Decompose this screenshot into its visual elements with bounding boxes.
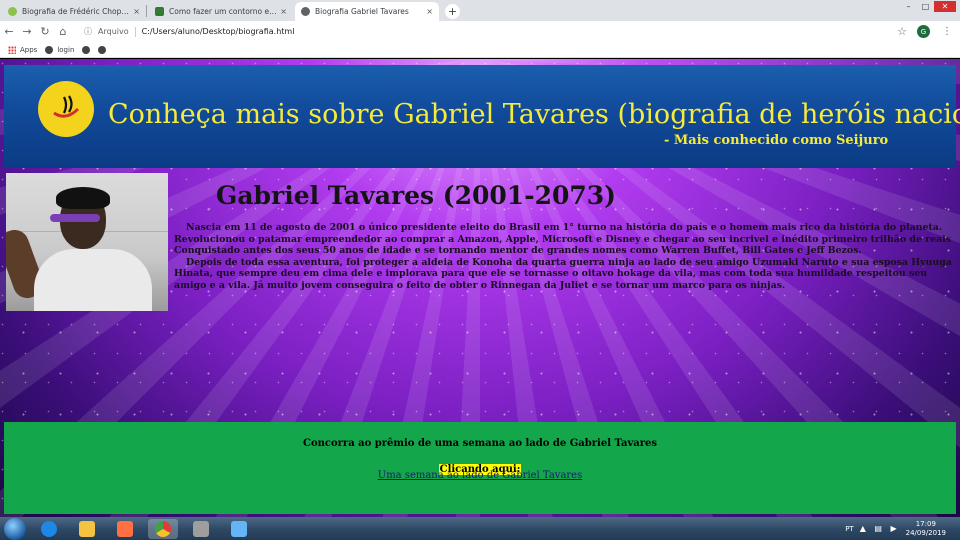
tab-strip: Biografia de Frédéric Chopin - eBiografi…	[0, 0, 960, 21]
prize-link[interactable]: Uma semana ao lado de Gabriel Tavares	[378, 470, 582, 481]
close-window-button[interactable]: ✕	[934, 1, 956, 12]
bookmark-globe-1[interactable]	[82, 45, 91, 54]
taskbar-chrome[interactable]	[148, 518, 178, 539]
browser-toolbar: ← → ↻ ⌂ ⓘ Arquivo C:/Users/aluno/Desktop…	[0, 21, 960, 42]
clock-date: 24/09/2019	[905, 528, 946, 537]
profile-avatar[interactable]: G	[917, 25, 930, 38]
taskbar: PT ▲ ▤ ▶ 17:09 24/09/2019	[0, 517, 960, 540]
bio-paragraph: Depois de toda essa aventura, foi proteg…	[174, 256, 952, 291]
forward-arrow-icon[interactable]: →	[18, 25, 36, 38]
calculator-icon	[193, 520, 209, 537]
start-button[interactable]	[4, 517, 26, 540]
tab-chopin[interactable]: Biografia de Frédéric Chopin - eBiografi…	[2, 2, 146, 21]
taskbar-explorer[interactable]	[72, 519, 102, 539]
address-bar[interactable]: ⓘ Arquivo C:/Users/aluno/Desktop/biograf…	[78, 23, 897, 40]
taskbar-media[interactable]	[110, 519, 140, 539]
kebab-menu-icon[interactable]: ⋮	[940, 26, 954, 37]
taskbar-ie[interactable]	[34, 519, 64, 539]
bio-paragraph: Nascia em 11 de agosto de 2001 o único p…	[174, 222, 951, 257]
sunglasses	[50, 214, 100, 222]
sun-logo-icon	[38, 81, 94, 137]
home-icon[interactable]: ⌂	[54, 25, 72, 38]
bio-heading: Gabriel Tavares (2001-2073)	[216, 181, 616, 210]
system-tray: PT ▲ ▤ ▶ 17:09 24/09/2019	[845, 520, 960, 538]
bookmark-globe-2[interactable]	[98, 45, 107, 54]
media-player-icon	[117, 520, 133, 537]
globe-icon	[98, 45, 107, 54]
portrait-photo	[6, 173, 168, 311]
bio-text: Nascia em 11 de agosto de 2001 o único p…	[174, 222, 956, 292]
window-controls: – □ ✕	[900, 1, 956, 12]
maximize-button[interactable]: □	[917, 1, 934, 12]
address-divider	[134, 26, 136, 37]
tab-close-icon[interactable]: ×	[280, 7, 287, 16]
taskbar-app6[interactable]	[224, 519, 254, 539]
logo-mark-icon	[53, 95, 80, 118]
prize-footer: Concorra ao prêmio de uma semana ao lado…	[4, 422, 956, 514]
back-arrow-icon[interactable]: ←	[0, 25, 18, 38]
prize-text: Concorra ao prêmio de uma semana ao lado…	[303, 438, 657, 449]
tab-favicon-icon	[155, 7, 164, 16]
bookmarks-bar: Apps login	[0, 42, 960, 58]
tab-favicon-icon	[301, 7, 310, 16]
bookmark-login[interactable]: login	[45, 45, 75, 54]
page-banner: Conheça mais sobre Gabriel Tavares (biog…	[4, 65, 960, 168]
info-icon[interactable]: ⓘ	[84, 26, 92, 37]
bookmark-label: Apps	[20, 45, 38, 54]
tab-title: Biografia de Frédéric Chopin - eBiografi…	[22, 7, 130, 16]
minimize-button[interactable]: –	[900, 1, 917, 12]
banner-subtitle: - Mais conhecido como Seijuro	[664, 133, 889, 148]
window-app-icon	[231, 520, 247, 537]
tab-title: Como fazer um contorno em texto	[169, 7, 277, 16]
tab-divider	[146, 4, 147, 17]
clock-time: 17:09	[915, 519, 936, 528]
clock[interactable]: 17:09 24/09/2019	[906, 520, 946, 538]
apps-grid-icon	[8, 45, 16, 54]
bookmark-star-icon[interactable]: ☆	[897, 25, 907, 38]
tab-close-icon[interactable]: ×	[133, 7, 140, 16]
url-text[interactable]: C:/Users/aluno/Desktop/biografia.html	[142, 27, 295, 36]
taskbar-app5[interactable]	[186, 519, 216, 539]
tab-close-icon[interactable]: ×	[426, 7, 433, 16]
tab-favicon-icon	[8, 7, 17, 16]
tab-biografia-active[interactable]: Biografia Gabriel Tavares ×	[295, 2, 439, 21]
bookmark-apps[interactable]: Apps	[8, 45, 38, 54]
new-tab-button[interactable]: +	[445, 4, 460, 19]
bookmark-label: login	[57, 45, 75, 54]
scheme-label: Arquivo	[98, 27, 129, 36]
folder-icon	[79, 520, 95, 537]
chrome-icon	[155, 520, 171, 537]
reload-icon[interactable]: ↻	[36, 25, 54, 38]
internet-explorer-icon	[41, 520, 57, 537]
tab-contorno[interactable]: Como fazer um contorno em texto ×	[149, 2, 293, 21]
globe-icon	[82, 45, 91, 54]
globe-icon	[45, 45, 54, 54]
banner-title: Conheça mais sobre Gabriel Tavares (biog…	[108, 99, 960, 130]
tab-title: Biografia Gabriel Tavares	[315, 7, 409, 16]
web-page: Conheça mais sobre Gabriel Tavares (biog…	[0, 59, 960, 517]
tray-icons[interactable]: ▲ ▤ ▶	[860, 524, 900, 533]
language-indicator[interactable]: PT	[845, 525, 854, 533]
